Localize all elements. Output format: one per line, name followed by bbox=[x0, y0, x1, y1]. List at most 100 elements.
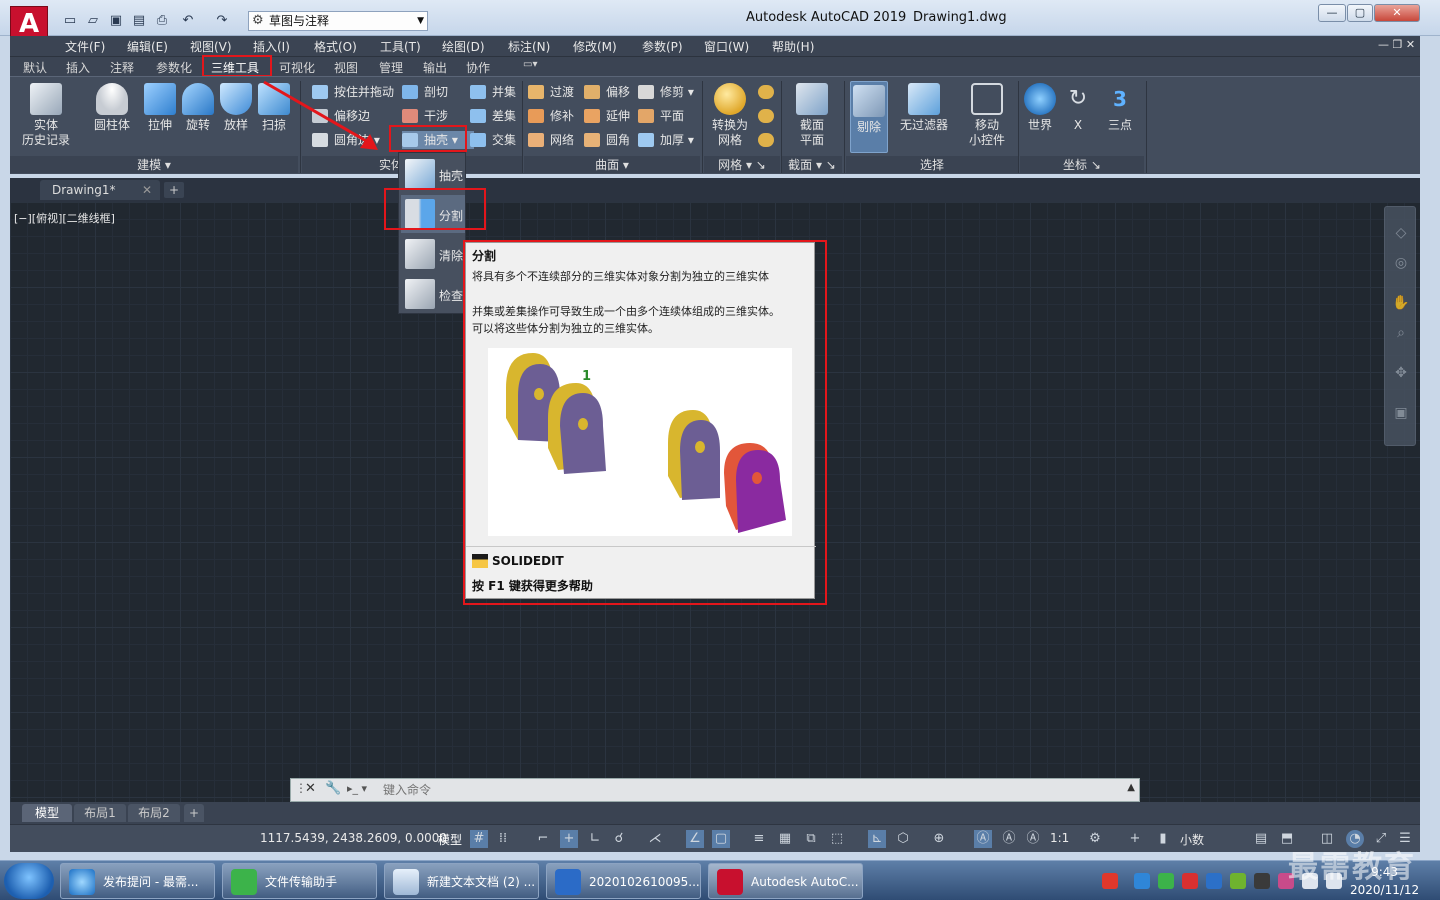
polar-icon[interactable]: ☌ bbox=[610, 830, 628, 848]
doc-window-controls[interactable]: — ❐ ✕ bbox=[1378, 38, 1415, 51]
panel-title-mesh[interactable]: 网格 ▾ ↘ bbox=[704, 156, 780, 173]
autocad-app-menu-button[interactable]: A bbox=[10, 6, 48, 40]
lineweight-icon[interactable]: ≡ bbox=[750, 830, 768, 848]
infer-constraints-icon[interactable]: ⌐ bbox=[534, 830, 552, 848]
customize-wrench-icon[interactable]: 🔧 bbox=[325, 781, 341, 796]
object-snap-icon[interactable]: ▢ bbox=[712, 830, 730, 848]
units-icon[interactable]: ▮ bbox=[1154, 830, 1172, 848]
cylinder-button[interactable]: 圆柱体 bbox=[90, 83, 134, 133]
menu-modify[interactable]: 修改(M) bbox=[573, 38, 617, 55]
tab-visualize[interactable]: 可视化 bbox=[279, 59, 315, 76]
open-file-icon[interactable]: ▱ bbox=[83, 12, 103, 30]
close-tab-icon[interactable]: ✕ bbox=[142, 180, 152, 200]
nvidia-tray-icon[interactable] bbox=[1254, 873, 1270, 889]
mesh-tool-1[interactable] bbox=[758, 83, 776, 101]
move-gizmo-button[interactable]: 移动 小控件 bbox=[962, 83, 1012, 148]
no-filter-button[interactable]: 无过滤器 bbox=[896, 83, 952, 133]
thicken-button[interactable]: 加厚 ▾ bbox=[638, 131, 694, 149]
tab-parametric[interactable]: 参数化 bbox=[156, 59, 192, 76]
tab-collaborate[interactable]: 协作 bbox=[466, 59, 490, 76]
menu-draw[interactable]: 绘图(D) bbox=[442, 38, 485, 55]
taskbar-video[interactable]: 2020102610095... bbox=[546, 863, 701, 899]
tab-layout2[interactable]: 布局2 bbox=[128, 804, 180, 822]
new-file-icon[interactable]: ▭ bbox=[60, 12, 80, 30]
convert-to-mesh-button[interactable]: 转换为 网格 bbox=[706, 83, 754, 148]
trim-button[interactable]: 修剪 ▾ bbox=[638, 83, 694, 101]
menu-view[interactable]: 视图(V) bbox=[190, 38, 232, 55]
pan-icon[interactable]: ✋ bbox=[1391, 295, 1411, 315]
viewport-controls[interactable]: [−][俯视][二维线框] bbox=[14, 210, 115, 226]
close-button[interactable]: ✕ bbox=[1374, 4, 1420, 22]
viewcube-icon[interactable]: ◇ bbox=[1391, 225, 1411, 245]
patch-button[interactable]: 修补 bbox=[528, 107, 574, 125]
steering-wheel-icon[interactable]: ◎ bbox=[1391, 255, 1411, 275]
tab-annotate[interactable]: 注释 bbox=[110, 59, 134, 76]
dynamic-ucs-icon[interactable]: ⊾ bbox=[868, 830, 886, 848]
taskbar-ie[interactable]: 发布提问 - 最需... bbox=[60, 863, 215, 899]
gizmo-icon[interactable]: ⊕ bbox=[930, 830, 948, 848]
minimize-button[interactable]: — bbox=[1318, 4, 1346, 22]
dropdown-item-check[interactable]: 检查 bbox=[401, 275, 465, 313]
blend-button[interactable]: 过渡 bbox=[528, 83, 574, 101]
object-snap-tracking-icon[interactable]: ∠ bbox=[686, 830, 704, 848]
workspace-select[interactable]: ⚙ 草图与注释 ▼ bbox=[248, 11, 428, 31]
close-command-icon[interactable]: ✕ bbox=[305, 781, 316, 796]
selection-cycling-icon[interactable]: ⧉ bbox=[802, 830, 820, 848]
taskbar-notepad[interactable]: 新建文本文档 (2) ... bbox=[384, 863, 539, 899]
maximize-button[interactable]: ▢ bbox=[1347, 4, 1373, 22]
snap-icon[interactable]: ⁞⁞ bbox=[494, 830, 512, 848]
isometric-icon[interactable]: ⋌ bbox=[646, 830, 664, 848]
drawing-tab[interactable]: Drawing1* ✕ bbox=[40, 180, 160, 200]
quick-properties-icon[interactable]: ▤ bbox=[1252, 830, 1270, 848]
intersect-button[interactable]: 交集 bbox=[470, 131, 516, 149]
planar-button[interactable]: 平面 bbox=[638, 107, 684, 125]
model-space-toggle[interactable]: 模型 bbox=[438, 831, 462, 848]
loft-button[interactable]: 放样 bbox=[216, 83, 256, 133]
zoom-icon[interactable]: ⌕ bbox=[1391, 325, 1411, 345]
panel-title-surface[interactable]: 曲面 ▾ bbox=[524, 156, 700, 173]
menu-parametric[interactable]: 参数(P) bbox=[642, 38, 683, 55]
ortho-icon[interactable]: ∟ bbox=[586, 830, 604, 848]
annotation-scale-icon[interactable]: Ⓐ bbox=[1024, 830, 1042, 848]
transparency-icon[interactable]: ▦ bbox=[776, 830, 794, 848]
sogou-tray-icon[interactable] bbox=[1102, 873, 1118, 889]
grid-icon[interactable]: # bbox=[470, 830, 488, 848]
tab-output[interactable]: 输出 bbox=[423, 59, 447, 76]
panel-title-selection[interactable]: 选择 bbox=[846, 156, 1018, 173]
ucs-x-button[interactable]: ↻ X bbox=[1060, 83, 1096, 133]
tab-model[interactable]: 模型 bbox=[22, 804, 72, 822]
taskbar-autocad[interactable]: Autodesk AutoC... bbox=[708, 863, 863, 899]
ribbon-toggle-icon[interactable]: ▭▾ bbox=[523, 59, 537, 70]
panel-title-section[interactable]: 截面 ▾ ↘ bbox=[782, 156, 842, 173]
security-tray-icon[interactable] bbox=[1206, 873, 1222, 889]
mesh-tool-3[interactable] bbox=[758, 131, 776, 149]
revolve-button[interactable]: 旋转 bbox=[178, 83, 218, 133]
menu-window[interactable]: 窗口(W) bbox=[704, 38, 749, 55]
save-icon[interactable]: ▣ bbox=[106, 12, 126, 30]
units-value[interactable]: 小数 bbox=[1180, 831, 1248, 848]
section-plane-button[interactable]: 截面 平面 bbox=[790, 83, 834, 148]
menu-edit[interactable]: 编辑(E) bbox=[127, 38, 168, 55]
ucs-3point-button[interactable]: 3 三点 bbox=[1102, 83, 1138, 133]
auto-scale-icon[interactable]: Ⓐ bbox=[1000, 830, 1018, 848]
save-as-icon[interactable]: ▤ bbox=[129, 12, 149, 30]
3d-osnap-icon[interactable]: ⬚ bbox=[828, 830, 846, 848]
command-prompt-icon[interactable]: ▸_ ▾ bbox=[347, 782, 367, 795]
orbit-icon[interactable]: ✥ bbox=[1391, 365, 1411, 385]
annotation-scale-value[interactable]: 1:1 bbox=[1050, 831, 1069, 845]
dynamic-input-icon[interactable]: + bbox=[560, 830, 578, 848]
network-tray-icon[interactable] bbox=[1134, 873, 1150, 889]
netease-tray-icon[interactable] bbox=[1182, 873, 1198, 889]
menu-dimension[interactable]: 标注(N) bbox=[508, 38, 550, 55]
undo-icon[interactable]: ↶ bbox=[178, 12, 198, 30]
culling-button[interactable]: 剔除 bbox=[850, 81, 888, 153]
taskbar-wechat[interactable]: 文件传输助手 bbox=[222, 863, 377, 899]
showmotion-icon[interactable]: ▣ bbox=[1391, 405, 1411, 425]
start-button[interactable] bbox=[4, 863, 54, 899]
tab-layout1[interactable]: 布局1 bbox=[74, 804, 126, 822]
tab-insert[interactable]: 插入 bbox=[66, 59, 90, 76]
surface-fillet-button[interactable]: 圆角 bbox=[584, 131, 630, 149]
update-tray-icon[interactable] bbox=[1230, 873, 1246, 889]
menu-format[interactable]: 格式(O) bbox=[314, 38, 357, 55]
panel-title-modeling[interactable]: 建模 ▾ bbox=[10, 156, 298, 173]
